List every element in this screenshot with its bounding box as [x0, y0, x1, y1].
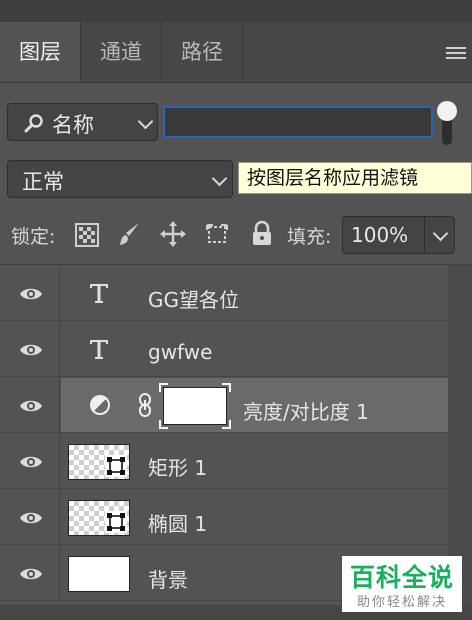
layer-row[interactable]: gwfwe [0, 322, 448, 377]
watermark-subtitle: 助你轻松解决 [356, 595, 447, 610]
visibility-cell[interactable] [0, 266, 60, 320]
panel-top-bar [0, 0, 472, 22]
layer-row[interactable]: 矩形 1 [0, 434, 448, 489]
filter-type-label: 名称 [52, 113, 94, 137]
layer-thumbnail[interactable] [68, 444, 130, 480]
blend-mode-label: 正常 [22, 170, 64, 194]
search-icon [24, 114, 43, 133]
padlock-icon[interactable] [249, 220, 275, 248]
eye-icon[interactable] [19, 342, 43, 358]
eye-icon[interactable] [19, 566, 43, 582]
visibility-cell[interactable] [0, 434, 60, 488]
move-icon[interactable] [160, 220, 186, 248]
panel-tabs: 图层 通道 路径 [0, 22, 472, 83]
watermark-title: 百科全说 [349, 563, 454, 592]
link-chain-icon[interactable] [137, 392, 153, 418]
layer-name: GG望各位 [148, 288, 239, 312]
divider [0, 264, 472, 265]
chevron-down-icon [211, 170, 228, 187]
fill-label: 填充: [287, 226, 332, 248]
tab-layers[interactable]: 图层 [0, 22, 80, 82]
text-layer-icon [90, 340, 108, 359]
layer-row[interactable]: 椭圆 1 [0, 490, 448, 545]
lock-label: 锁定: [11, 226, 56, 248]
layer-name: 背景 [148, 568, 188, 592]
visibility-cell[interactable] [0, 378, 60, 432]
chevron-down-icon [137, 113, 154, 130]
transparency-lock-icon[interactable] [74, 220, 100, 248]
shape-layer-icon [105, 511, 127, 533]
artboard-icon[interactable] [204, 220, 230, 248]
visibility-cell[interactable] [0, 546, 60, 600]
eye-icon[interactable] [19, 454, 43, 470]
layer-name: 椭圆 1 [148, 512, 208, 536]
tab-paths[interactable]: 路径 [162, 22, 242, 82]
adjustment-layer-icon [90, 395, 110, 415]
filter-tooltip: 按图层名称应用滤镜 [238, 162, 472, 194]
layer-filter-search-input[interactable] [163, 106, 433, 138]
filter-type-dropdown[interactable]: 名称 [7, 103, 158, 141]
filter-toggle-switch[interactable] [437, 101, 457, 147]
layer-name: 矩形 1 [148, 456, 208, 480]
layer-row-selected[interactable]: 亮度/对比度 1 [0, 378, 448, 433]
chevron-down-icon[interactable] [432, 225, 449, 242]
tab-divider [242, 22, 243, 82]
fill-value: 100% [351, 223, 409, 247]
layer-thumbnail[interactable] [68, 556, 130, 592]
visibility-cell[interactable] [0, 490, 60, 544]
paint-brush-icon[interactable] [117, 220, 143, 248]
watermark-logo: 百科全说 助你轻松解决 [342, 556, 462, 612]
eye-icon[interactable] [19, 510, 43, 526]
layer-name: 亮度/对比度 1 [243, 400, 369, 424]
panel-menu-icon[interactable] [446, 47, 466, 61]
visibility-cell[interactable] [0, 322, 60, 376]
layer-thumbnail[interactable] [68, 500, 130, 536]
layer-mask-thumbnail[interactable] [159, 383, 231, 429]
shape-layer-icon [105, 455, 127, 477]
layer-name: gwfwe [148, 340, 213, 364]
eye-icon[interactable] [19, 286, 43, 302]
text-layer-icon [90, 284, 108, 303]
eye-icon[interactable] [19, 398, 43, 414]
blend-mode-dropdown[interactable]: 正常 [7, 160, 233, 198]
layers-scrollbar[interactable] [448, 265, 472, 605]
tab-channels[interactable]: 通道 [81, 22, 161, 82]
layer-row[interactable]: GG望各位 [0, 266, 448, 321]
fill-opacity-field[interactable]: 100% [342, 216, 455, 254]
